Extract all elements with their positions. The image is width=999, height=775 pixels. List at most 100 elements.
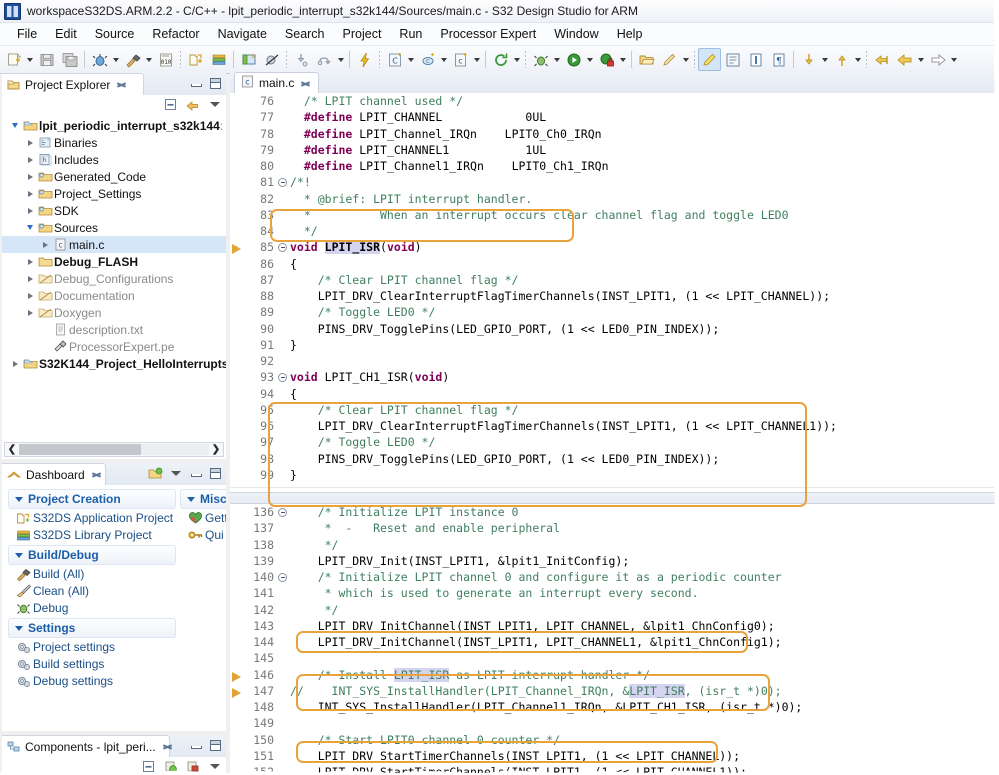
menu-file[interactable]: File	[8, 25, 46, 43]
refresh-button[interactable]	[489, 48, 512, 71]
skip-breakpoints-button[interactable]	[260, 48, 283, 71]
fold-collapse-icon[interactable]	[277, 372, 288, 382]
project-explorer-tree[interactable]: lpit_periodic_interrupt_s32k144: DeBinar…	[2, 117, 226, 459]
build-button[interactable]	[121, 48, 144, 71]
scroll-right-icon[interactable]: ❯	[209, 444, 223, 455]
code-block-top[interactable]: 76 /* LPIT channel used */77 #define LPI…	[230, 93, 999, 483]
code-line[interactable]: 83 * When an interrupt occurs clear chan…	[230, 207, 999, 223]
chevron-down-icon[interactable]	[820, 49, 830, 70]
tab-components[interactable]: Components - lpit_peri...	[2, 735, 170, 757]
menu-run[interactable]: Run	[390, 25, 431, 43]
code-line[interactable]: 150 /* Start LPIT0 channel 0 counter */	[230, 732, 999, 748]
chevron-right-icon[interactable]	[23, 258, 37, 265]
step-into-button[interactable]	[290, 48, 313, 71]
fold-collapse-icon[interactable]	[277, 177, 288, 187]
code-line[interactable]: 144 LPIT_DRV_InitChannel(INST_LPIT1, LPI…	[230, 634, 999, 650]
tree-item[interactable]: Project_Settings	[2, 185, 226, 202]
dashboard-item[interactable]: S32DS Application Project	[8, 509, 176, 526]
hex-view-button[interactable]: 010	[154, 48, 177, 71]
chevron-right-icon[interactable]	[23, 309, 37, 316]
minimize-button[interactable]	[188, 76, 203, 91]
tree-item[interactable]: h Includes	[2, 151, 226, 168]
tree-item[interactable]: Doxygen	[2, 304, 226, 321]
highlight-button[interactable]	[658, 48, 681, 71]
chevron-down-icon[interactable]	[916, 49, 926, 70]
dashboard-item[interactable]: Gett	[180, 509, 226, 526]
breakpoint-arrow-icon[interactable]	[230, 685, 244, 698]
collapse-all-button[interactable]	[163, 97, 178, 112]
code-line[interactable]: 81 /*!	[230, 174, 999, 190]
code-line[interactable]: 87 /* Clear LPIT channel flag */	[230, 272, 999, 288]
close-icon[interactable]	[162, 741, 163, 752]
link-editor-icon[interactable]	[185, 97, 200, 112]
chevron-right-icon[interactable]	[23, 156, 37, 163]
code-line[interactable]: 90 PINS_DRV_TogglePins(LED_GPIO_PORT, (1…	[230, 321, 999, 337]
code-line[interactable]: 98 PINS_DRV_TogglePins(LED_GPIO_PORT, (1…	[230, 451, 999, 467]
new-button[interactable]	[2, 48, 25, 71]
code-line[interactable]: 149	[230, 715, 999, 731]
chevron-down-icon[interactable]	[15, 625, 23, 631]
open-dashboard-button[interactable]	[148, 466, 163, 481]
chevron-down-icon[interactable]	[512, 49, 522, 70]
back-to-button[interactable]	[870, 48, 893, 71]
tree-item[interactable]: description.txt	[2, 321, 226, 338]
new-c-file-button[interactable]: C	[383, 48, 406, 71]
chevron-down-icon[interactable]	[336, 49, 346, 70]
code-line[interactable]: 143 LPIT_DRV_InitChannel(INST_LPIT1, LPI…	[230, 618, 999, 634]
scroll-track[interactable]	[19, 444, 209, 455]
chevron-right-icon[interactable]	[23, 190, 37, 197]
dashboard-item[interactable]: Debug	[8, 599, 176, 616]
minimize-button[interactable]	[188, 466, 203, 481]
project-explorer-hscrollbar[interactable]: ❮ ❯	[4, 442, 224, 457]
chevron-down-icon[interactable]	[15, 496, 23, 502]
code-line[interactable]: 141 * which is used to generate an inter…	[230, 585, 999, 601]
tab-main-c[interactable]: c main.c	[234, 72, 320, 93]
scroll-thumb[interactable]	[19, 444, 141, 455]
code-line[interactable]: 84 */	[230, 223, 999, 239]
code-block-bottom[interactable]: 136 /* Initialize LPIT instance 0 137 * -…	[230, 504, 999, 775]
view-menu-button[interactable]	[168, 466, 183, 481]
menu-refactor[interactable]: Refactor	[143, 25, 208, 43]
menu-source[interactable]: Source	[86, 25, 144, 43]
dashboard-item[interactable]: Qui	[180, 526, 226, 543]
close-icon[interactable]	[91, 469, 99, 480]
breakpoint-arrow-icon[interactable]	[230, 669, 244, 682]
tree-item[interactable]: c main.c	[2, 236, 226, 253]
code-line[interactable]: 79 #define LPIT_CHANNEL1 1UL	[230, 142, 999, 158]
editor-code-area[interactable]: 76 /* LPIT channel used */77 #define LPI…	[230, 93, 999, 775]
code-line[interactable]: 140 /* Initialize LPIT channel 0 and con…	[230, 569, 999, 585]
profile-button[interactable]	[595, 48, 618, 71]
open-resource-button[interactable]	[635, 48, 658, 71]
close-icon[interactable]	[300, 78, 311, 89]
tree-item[interactable]: Sources	[2, 219, 226, 236]
build-config-button[interactable]	[207, 48, 230, 71]
open-perspective-button[interactable]	[237, 48, 260, 71]
tree-item[interactable]: Debug_Configurations	[2, 270, 226, 287]
minimize-button[interactable]	[188, 738, 203, 753]
step-over-button[interactable]	[313, 48, 336, 71]
chevron-down-icon[interactable]	[15, 552, 23, 558]
dashboard-section-header[interactable]: Misce	[180, 489, 226, 509]
code-line[interactable]: 77 #define LPIT_CHANNEL 0UL	[230, 109, 999, 125]
chevron-down-icon[interactable]	[853, 49, 863, 70]
tree-item[interactable]: ProcessorExpert.pe	[2, 338, 226, 355]
dashboard-section-header[interactable]: Build/Debug	[8, 545, 176, 565]
tree-item[interactable]: Debug_FLASH	[2, 253, 226, 270]
forward-button[interactable]	[926, 48, 949, 71]
new-c-project-button[interactable]	[184, 48, 207, 71]
code-line[interactable]: 96 LPIT_DRV_ClearInterruptFlagTimerChann…	[230, 418, 999, 434]
chevron-down-icon[interactable]	[8, 123, 22, 128]
code-line[interactable]: 88 LPIT_DRV_ClearInterruptFlagTimerChann…	[230, 288, 999, 304]
fold-collapse-icon[interactable]	[277, 572, 288, 582]
code-line[interactable]: 86 {	[230, 256, 999, 272]
close-icon[interactable]	[116, 79, 127, 90]
code-line[interactable]: 85 void LPIT_ISR(void)	[230, 239, 999, 255]
dashboard-item[interactable]: Debug settings	[8, 672, 176, 689]
tree-item[interactable]: SDK	[2, 202, 226, 219]
code-line[interactable]: 91}	[230, 337, 999, 353]
code-line[interactable]: 145	[230, 650, 999, 666]
tree-item[interactable]: Documentation	[2, 287, 226, 304]
tab-dashboard[interactable]: Dashboard	[2, 463, 106, 485]
code-line[interactable]: 146 /* Install LPIT_ISR as LPIT interrup…	[230, 667, 999, 683]
breakpoint-arrow-icon[interactable]	[230, 242, 244, 255]
